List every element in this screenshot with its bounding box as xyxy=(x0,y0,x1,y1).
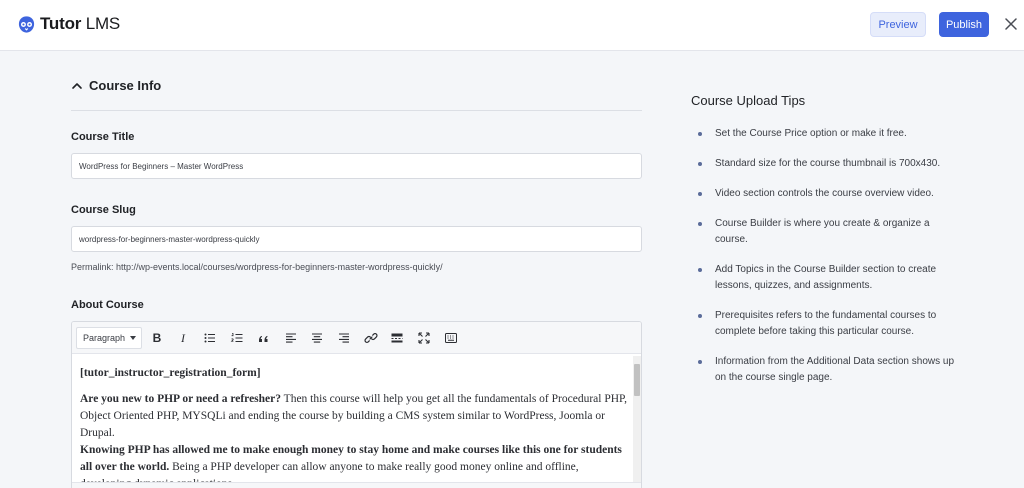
tip-item: Course Builder is where you create & org… xyxy=(697,216,957,248)
course-slug-label: Course Slug xyxy=(71,204,136,216)
numbered-list-button[interactable] xyxy=(227,328,247,348)
tip-item: Add Topics in the Course Builder section… xyxy=(697,262,957,294)
align-right-icon xyxy=(339,333,349,343)
scrollbar-thumb[interactable] xyxy=(634,364,640,396)
editor-scrollbar[interactable] xyxy=(633,356,641,488)
bold-icon: B xyxy=(152,331,162,345)
tutor-lms-logo[interactable]: Tutor LMS xyxy=(17,14,120,34)
chevron-up-icon xyxy=(72,82,82,89)
italic-button[interactable]: I xyxy=(173,328,193,348)
tips-list: Set the Course Price option or make it f… xyxy=(697,126,957,386)
course-title-input[interactable] xyxy=(71,153,642,179)
tip-item: Prerequisites refers to the fundamental … xyxy=(697,308,957,340)
section-title: Course Info xyxy=(89,78,162,93)
toolbar-toggle-button[interactable] xyxy=(441,328,461,348)
paragraph-one: Are you new to PHP or need a refresher? … xyxy=(80,391,628,442)
paragraph-format-select[interactable]: Paragraph xyxy=(76,327,142,349)
shortcode-line: [tutor_instructor_registration_form] xyxy=(80,367,261,379)
fullscreen-icon xyxy=(418,332,430,344)
fullscreen-button[interactable] xyxy=(414,328,434,348)
align-right-button[interactable] xyxy=(334,328,354,348)
blockquote-button[interactable] xyxy=(254,328,274,348)
preview-button[interactable]: Preview xyxy=(870,12,926,37)
course-info-toggle[interactable]: Course Info xyxy=(71,78,161,93)
caret-down-icon xyxy=(130,336,136,340)
blockquote-icon xyxy=(259,335,268,342)
editor-content[interactable]: [tutor_instructor_registration_form] Are… xyxy=(80,365,628,488)
keyboard-icon xyxy=(445,333,457,343)
permalink-text: Permalink: http://wp-events.local/course… xyxy=(71,262,443,272)
top-header: Tutor LMS Preview Publish xyxy=(0,0,1024,51)
paragraph-one-bold: Are you new to PHP or need a refresher? xyxy=(80,393,282,405)
section-divider xyxy=(71,110,642,111)
align-center-button[interactable] xyxy=(307,328,327,348)
bullet-list-button[interactable] xyxy=(200,328,220,348)
format-select-label: Paragraph xyxy=(83,333,126,343)
insert-link-button[interactable] xyxy=(361,328,381,348)
align-center-icon xyxy=(312,333,322,343)
tutor-owl-icon xyxy=(18,15,35,33)
course-slug-input[interactable] xyxy=(71,226,642,252)
bullet-list-icon xyxy=(204,333,215,343)
close-icon[interactable] xyxy=(1003,16,1019,32)
align-left-icon xyxy=(286,333,296,343)
tip-item: Information from the Additional Data sec… xyxy=(697,354,957,386)
italic-icon: I xyxy=(181,330,185,345)
read-more-icon xyxy=(391,333,403,343)
tip-item: Set the Course Price option or make it f… xyxy=(697,126,957,142)
link-icon xyxy=(364,333,378,343)
tip-item: Video section controls the course overvi… xyxy=(697,186,957,202)
align-left-button[interactable] xyxy=(281,328,301,348)
about-course-editor: Paragraph B I [tutor_instructor_registra… xyxy=(71,321,642,488)
logo-text: Tutor LMS xyxy=(40,14,121,33)
editor-toolbar: Paragraph B I xyxy=(72,322,641,354)
tips-title: Course Upload Tips xyxy=(691,93,806,108)
course-title-label: Course Title xyxy=(71,131,135,143)
tip-item: Standard size for the course thumbnail i… xyxy=(697,156,957,172)
bold-button[interactable]: B xyxy=(147,328,167,348)
numbered-list-icon xyxy=(230,333,243,343)
publish-button[interactable]: Publish xyxy=(939,12,989,37)
editor-status-bar xyxy=(72,482,641,488)
about-course-label: About Course xyxy=(71,299,144,311)
read-more-button[interactable] xyxy=(387,328,407,348)
